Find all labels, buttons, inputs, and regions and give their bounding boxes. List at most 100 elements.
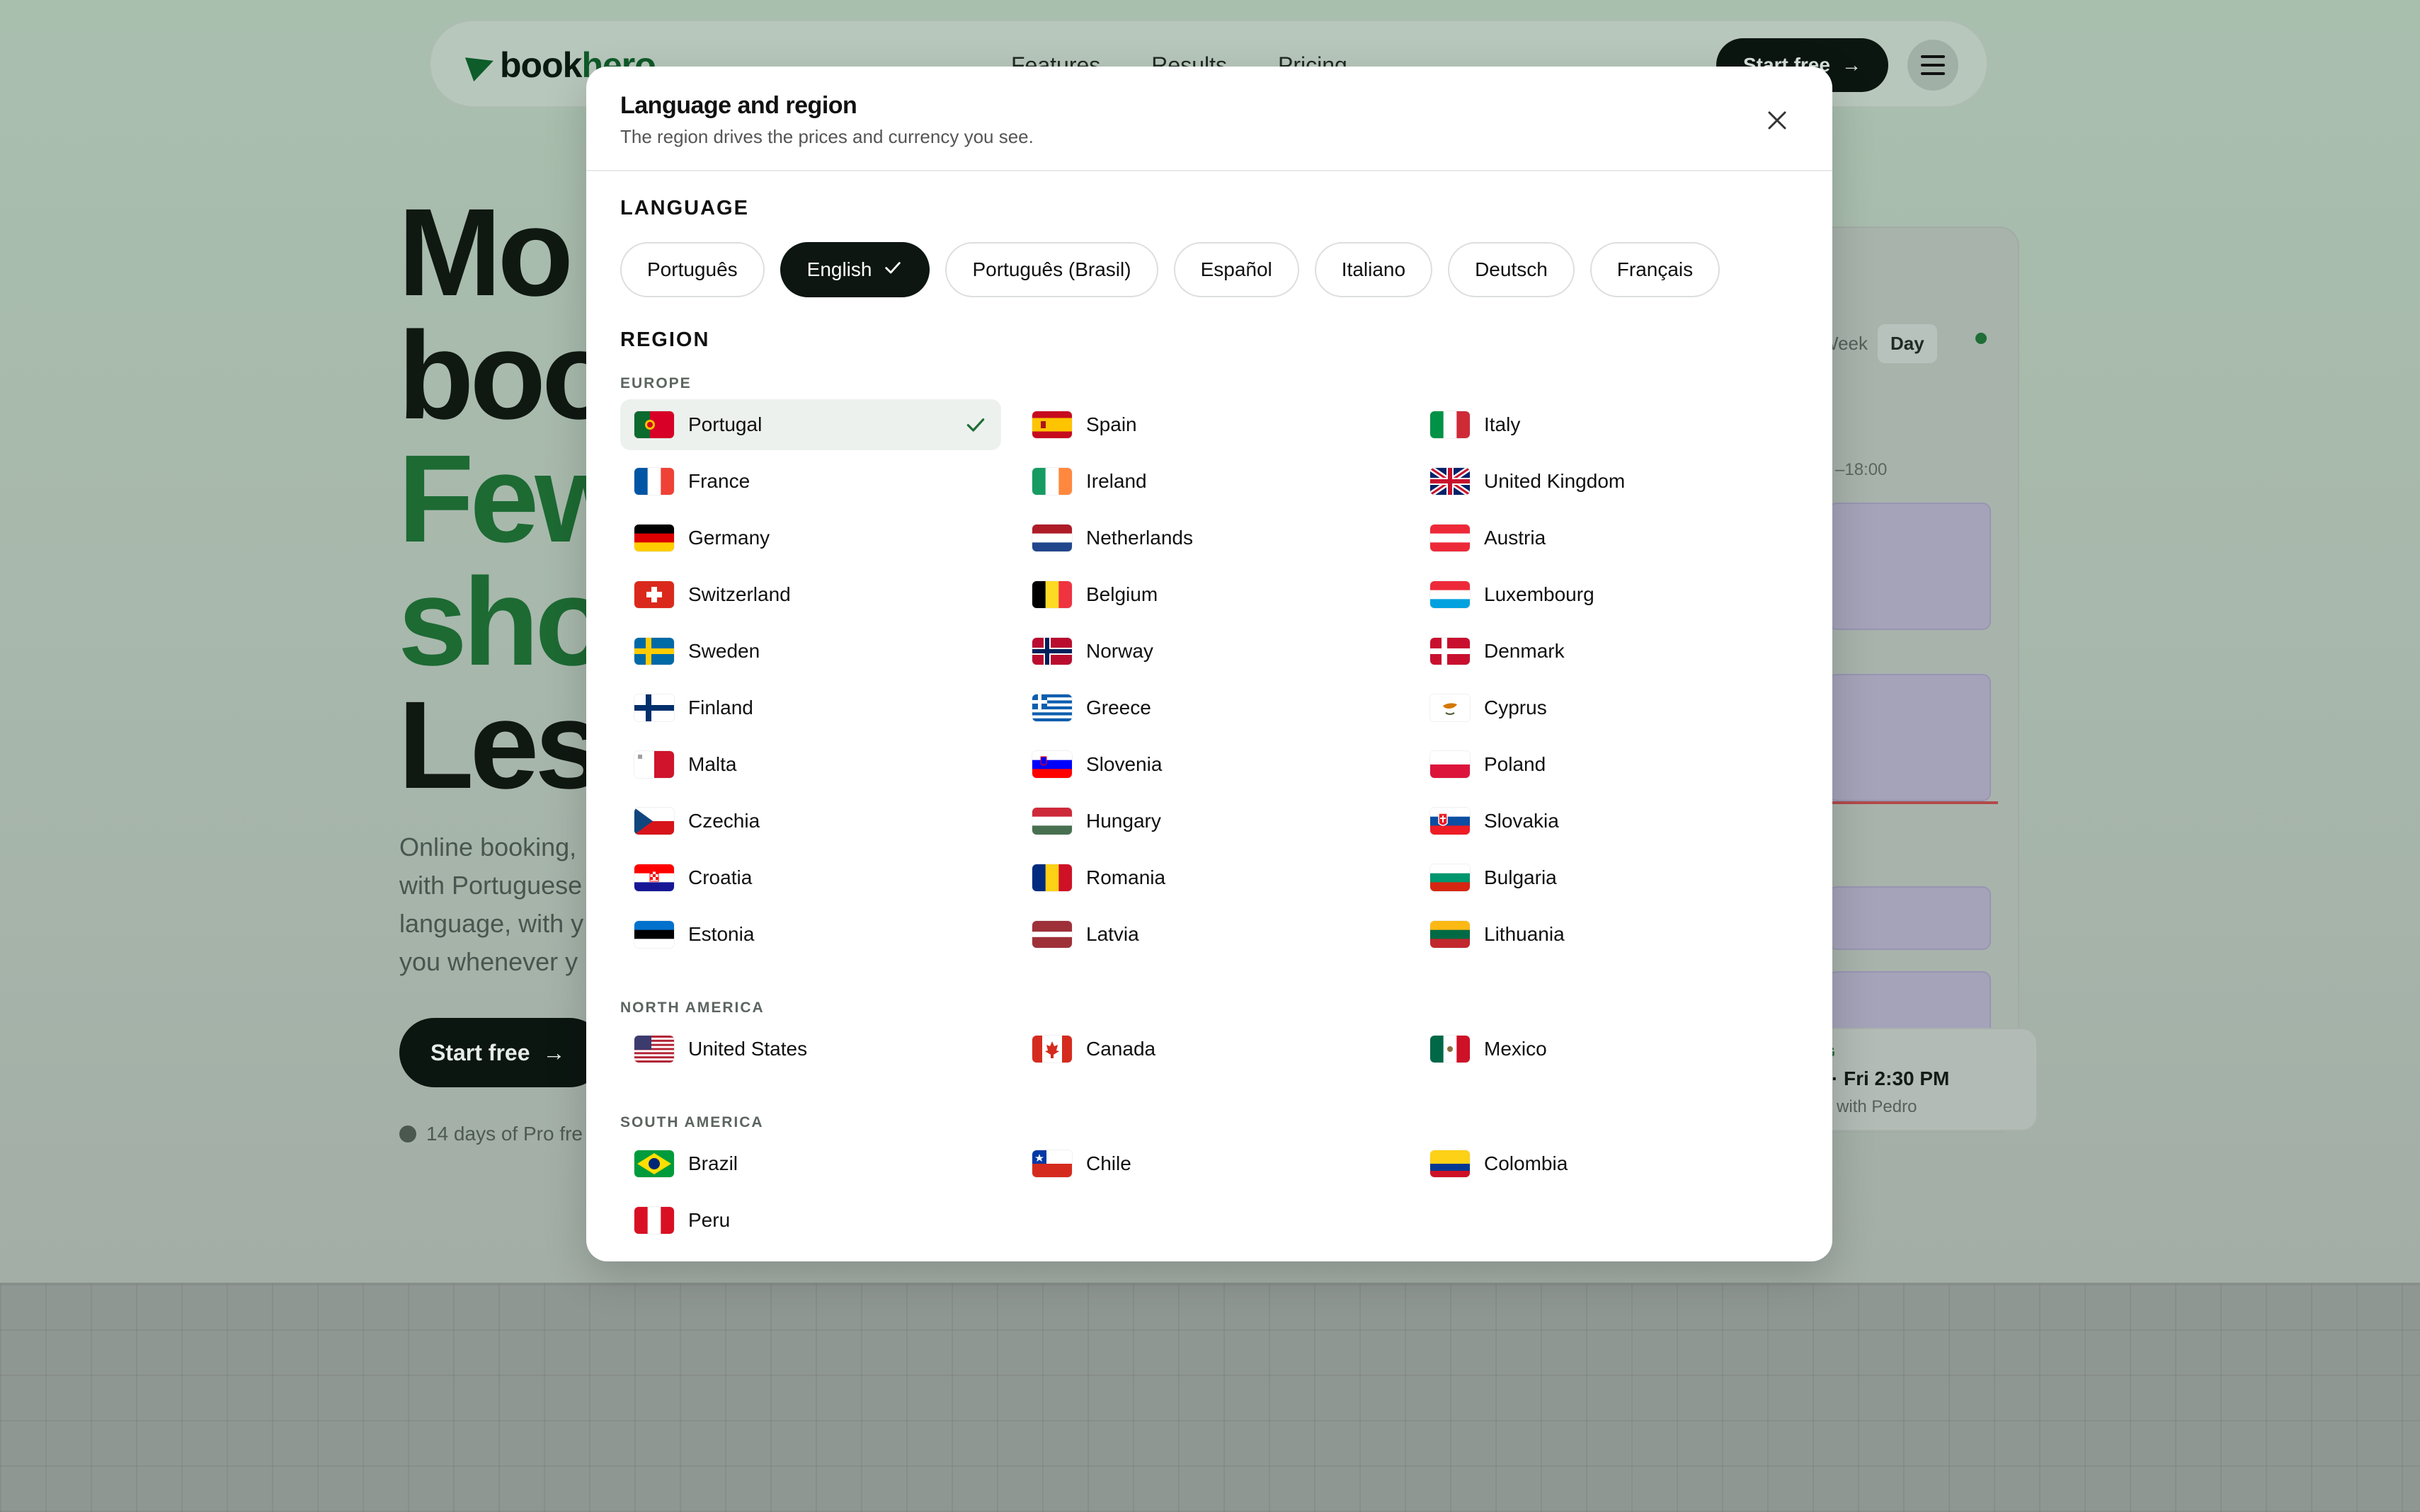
language-chip-2[interactable]: Português (Brasil) bbox=[945, 242, 1158, 297]
calendar-block bbox=[1828, 674, 1991, 801]
region-option-lt[interactable]: Lithuania bbox=[1416, 909, 1797, 960]
language-chip-5[interactable]: Deutsch bbox=[1448, 242, 1575, 297]
region-option-nl[interactable]: Netherlands bbox=[1018, 512, 1399, 563]
day-tab[interactable]: Day bbox=[1878, 324, 1937, 363]
region-option-label: Ireland bbox=[1086, 470, 1147, 492]
region-option-ie[interactable]: Ireland bbox=[1018, 456, 1399, 507]
region-option-ee[interactable]: Estonia bbox=[620, 909, 1001, 960]
region-option-bg[interactable]: Bulgaria bbox=[1416, 852, 1797, 903]
region-option-label: Austria bbox=[1484, 527, 1546, 549]
flag-br-icon bbox=[634, 1150, 674, 1177]
region-option-dk[interactable]: Denmark bbox=[1416, 626, 1797, 677]
region-option-label: Czechia bbox=[688, 810, 760, 832]
region-option-label: Norway bbox=[1086, 640, 1153, 662]
region-option-no[interactable]: Norway bbox=[1018, 626, 1399, 677]
region-option-label: Colombia bbox=[1484, 1152, 1568, 1174]
region-option-fi[interactable]: Finland bbox=[620, 682, 1001, 733]
language-chip-4[interactable]: Italiano bbox=[1314, 242, 1433, 297]
region-option-hr[interactable]: Croatia bbox=[620, 852, 1001, 903]
region-option-lu[interactable]: Luxembourg bbox=[1416, 569, 1797, 620]
language-chip-3[interactable]: Español bbox=[1173, 242, 1299, 297]
calendar-block bbox=[1828, 503, 1991, 630]
flag-si-icon bbox=[1032, 751, 1072, 778]
menu-icon bbox=[1921, 55, 1945, 58]
flag-pl-icon bbox=[1430, 751, 1470, 778]
region-option-es[interactable]: Spain bbox=[1018, 399, 1399, 450]
trial-note: 14 days of Pro fre bbox=[399, 1123, 583, 1145]
region-option-fr[interactable]: France bbox=[620, 456, 1001, 507]
region-option-cy[interactable]: Cyprus bbox=[1416, 682, 1797, 733]
region-group-label: NORTH AMERICA bbox=[620, 1000, 765, 1016]
language-region-modal: Language and region The region drives th… bbox=[586, 67, 1832, 1261]
region-option-label: Latvia bbox=[1086, 923, 1139, 945]
flag-fi-icon bbox=[634, 694, 674, 721]
language-chip-label: Español bbox=[1200, 258, 1272, 280]
region-option-lv[interactable]: Latvia bbox=[1018, 909, 1399, 960]
flag-gb-icon bbox=[1430, 468, 1470, 495]
language-chip-0[interactable]: Português bbox=[620, 242, 765, 297]
language-chips: Português English Português (Brasil) Españo… bbox=[620, 242, 1720, 297]
region-option-label: Cyprus bbox=[1484, 697, 1547, 718]
region-option-at[interactable]: Austria bbox=[1416, 512, 1797, 563]
region-option-label: Luxembourg bbox=[1484, 583, 1594, 605]
menu-button[interactable] bbox=[1907, 40, 1958, 91]
flag-ie-icon bbox=[1032, 468, 1072, 495]
flag-hu-icon bbox=[1032, 808, 1072, 835]
region-option-it[interactable]: Italy bbox=[1416, 399, 1797, 450]
logo-mark-icon bbox=[464, 48, 498, 82]
region-option-co[interactable]: Colombia bbox=[1416, 1138, 1797, 1189]
region-option-pl[interactable]: Poland bbox=[1416, 739, 1797, 790]
region-option-label: Romania bbox=[1086, 866, 1166, 888]
region-option-label: Lithuania bbox=[1484, 923, 1565, 945]
language-chip-label: Português (Brasil) bbox=[972, 258, 1131, 280]
region-option-label: Germany bbox=[688, 527, 770, 549]
region-option-be[interactable]: Belgium bbox=[1018, 569, 1399, 620]
check-circle-icon bbox=[399, 1126, 416, 1142]
region-option-ro[interactable]: Romania bbox=[1018, 852, 1399, 903]
region-option-cz[interactable]: Czechia bbox=[620, 796, 1001, 847]
flag-cl-icon bbox=[1032, 1150, 1072, 1177]
language-chip-1[interactable]: English bbox=[780, 242, 930, 297]
region-group-label: EUROPE bbox=[620, 375, 692, 391]
language-chip-6[interactable]: Français bbox=[1589, 242, 1720, 297]
region-option-br[interactable]: Brazil bbox=[620, 1138, 1001, 1189]
region-option-pe[interactable]: Peru bbox=[620, 1195, 1001, 1246]
flag-dk-icon bbox=[1430, 638, 1470, 665]
hero-start-free-button[interactable]: Start free → bbox=[399, 1018, 605, 1087]
region-option-se[interactable]: Sweden bbox=[620, 626, 1001, 677]
region-option-label: Chile bbox=[1086, 1152, 1131, 1174]
region-option-label: Netherlands bbox=[1086, 527, 1193, 549]
time-label: –18:00 bbox=[1835, 460, 1888, 479]
close-icon bbox=[1768, 111, 1786, 130]
region-option-gb[interactable]: United Kingdom bbox=[1416, 456, 1797, 507]
region-option-si[interactable]: Slovenia bbox=[1018, 739, 1399, 790]
region-option-gr[interactable]: Greece bbox=[1018, 682, 1399, 733]
region-option-label: Spain bbox=[1086, 413, 1137, 435]
flag-sk-icon bbox=[1430, 808, 1470, 835]
region-option-label: Hungary bbox=[1086, 810, 1161, 832]
region-option-mt[interactable]: Malta bbox=[620, 739, 1001, 790]
close-button[interactable] bbox=[1756, 99, 1798, 142]
region-option-us[interactable]: United States bbox=[620, 1024, 1001, 1075]
region-option-label: Finland bbox=[688, 697, 753, 718]
flag-co-icon bbox=[1430, 1150, 1470, 1177]
region-option-de[interactable]: Germany bbox=[620, 512, 1001, 563]
flag-nl-icon bbox=[1032, 525, 1072, 551]
region-option-ca[interactable]: Canada bbox=[1018, 1024, 1399, 1075]
region-option-mx[interactable]: Mexico bbox=[1416, 1024, 1797, 1075]
region-option-pt[interactable]: Portugal bbox=[620, 399, 1001, 450]
region-option-ch[interactable]: Switzerland bbox=[620, 569, 1001, 620]
region-option-cl[interactable]: Chile bbox=[1018, 1138, 1399, 1189]
region-option-hu[interactable]: Hungary bbox=[1018, 796, 1399, 847]
region-option-label: Peru bbox=[688, 1209, 731, 1231]
language-chip-label: Português bbox=[647, 258, 738, 280]
view-toggle: Week Day bbox=[1821, 324, 1937, 363]
region-option-label: United Kingdom bbox=[1484, 470, 1626, 492]
flag-it-icon bbox=[1430, 411, 1470, 438]
region-option-sk[interactable]: Slovakia bbox=[1416, 796, 1797, 847]
flag-mt-icon bbox=[634, 751, 674, 778]
calendar-block bbox=[1828, 886, 1991, 950]
region-option-label: Malta bbox=[688, 753, 737, 775]
status-dot bbox=[1975, 333, 1987, 344]
arrow-right-icon: → bbox=[1841, 54, 1861, 76]
